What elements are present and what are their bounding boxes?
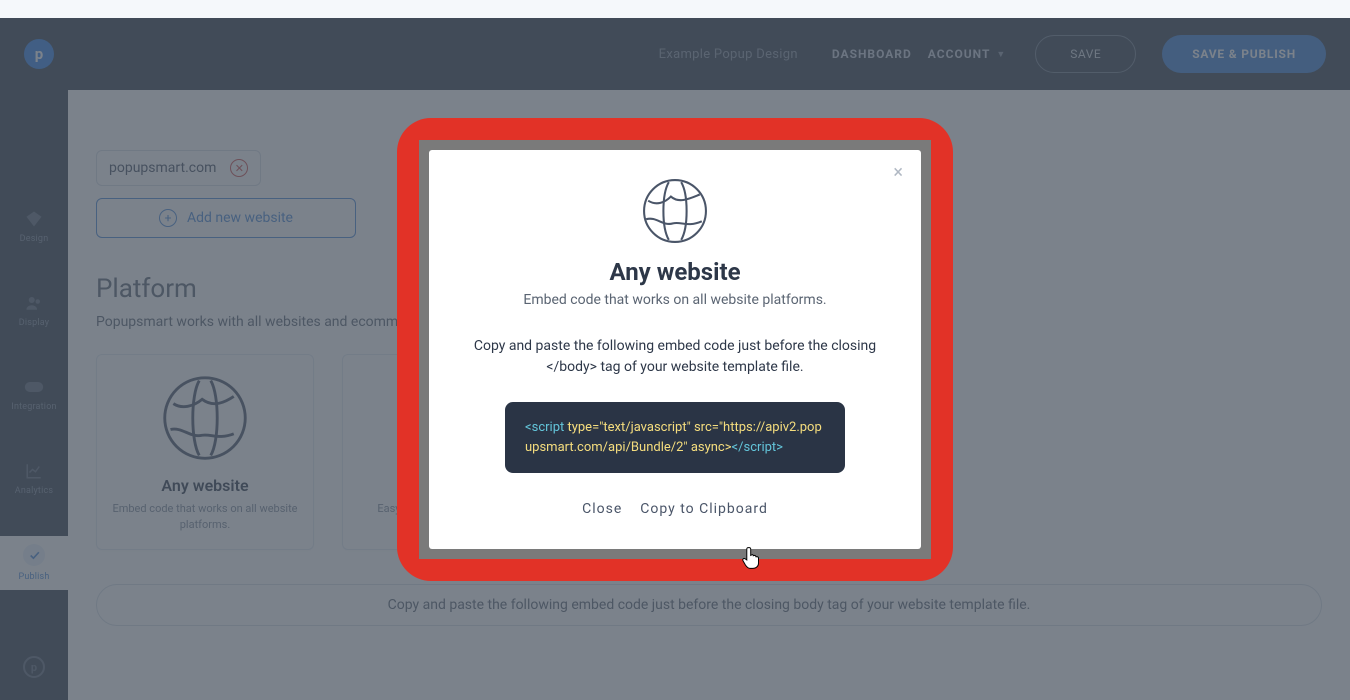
- code-open-tag: <script: [525, 420, 564, 435]
- modal-close-button[interactable]: Close: [582, 501, 622, 517]
- modal-copy-button[interactable]: Copy to Clipboard: [640, 501, 768, 517]
- cursor-pointer-icon: [741, 545, 763, 571]
- modal-overlay: × Any website Embed code that works on a…: [0, 18, 1350, 700]
- modal-title: Any website: [465, 258, 885, 286]
- globe-icon: [642, 178, 708, 244]
- code-close-tag: </script>: [732, 440, 783, 455]
- embed-code-block[interactable]: <script type="text/javascript" src="http…: [505, 402, 845, 473]
- modal-subtitle: Embed code that works on all website pla…: [465, 292, 885, 308]
- embed-code-modal: × Any website Embed code that works on a…: [429, 150, 921, 549]
- tutorial-highlight-frame: × Any website Embed code that works on a…: [397, 118, 953, 581]
- close-icon[interactable]: ×: [893, 164, 903, 182]
- modal-instruction: Copy and paste the following embed code …: [465, 336, 885, 378]
